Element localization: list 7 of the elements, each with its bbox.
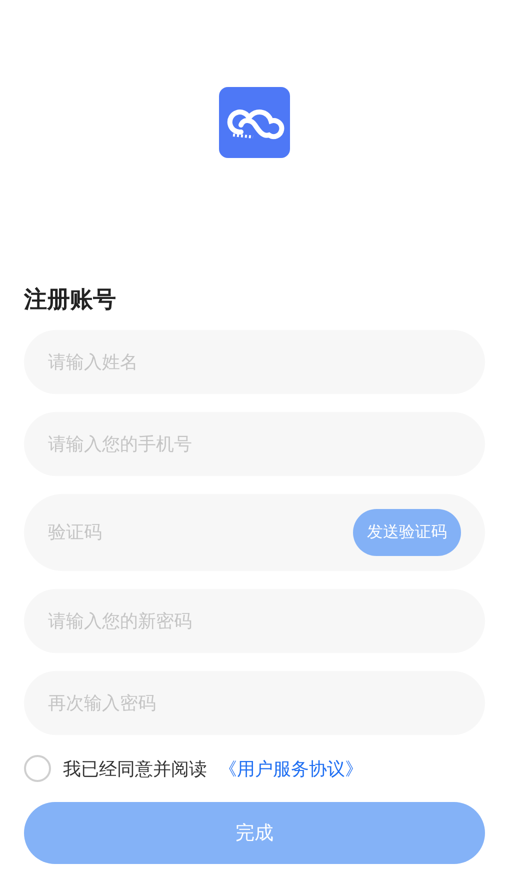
cloud-logo-icon [219,87,290,158]
agree-checkbox[interactable] [24,755,51,782]
service-agreement-link[interactable]: 《用户服务协议》 [219,756,363,780]
agreement-text: 我已经同意并阅读 [63,758,207,780]
send-code-button[interactable]: 发送验证码 [353,509,461,556]
page-title: 注册账号 [24,286,117,314]
submit-button[interactable]: 完成 [24,802,485,864]
